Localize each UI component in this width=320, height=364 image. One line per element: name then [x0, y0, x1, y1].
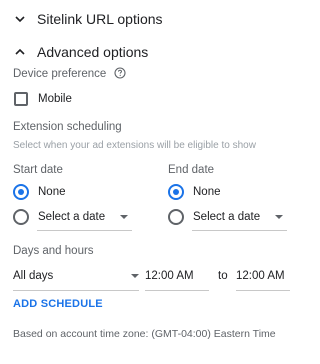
end-date-label: End date [168, 164, 215, 176]
end-date-none-radio[interactable] [168, 184, 184, 200]
start-date-none-radio[interactable] [13, 184, 29, 200]
end-date-none-label: None [193, 186, 221, 198]
mobile-checkbox-row[interactable]: Mobile [14, 92, 72, 106]
start-date-option-select[interactable]: Select a date [13, 209, 129, 225]
start-date-select-underline [37, 230, 132, 231]
end-time-underline [236, 290, 290, 291]
device-preference-label: Device preference [13, 67, 126, 80]
end-date-option-select[interactable]: Select a date [168, 209, 284, 225]
start-date-none-label: None [38, 186, 66, 198]
sitelink-url-options-title: Sitelink URL options [37, 11, 163, 27]
start-date-select-label: Select a date [38, 211, 106, 223]
timezone-note: Based on account time zone: (GMT-04:00) … [13, 328, 276, 340]
extension-scheduling-hint: Select when your ad extensions will be e… [13, 140, 256, 151]
sitelink-url-options-header[interactable]: Sitelink URL options [13, 11, 163, 27]
days-select-underline [13, 290, 139, 291]
start-time-underline [145, 290, 209, 291]
start-time-input[interactable]: 12:00 AM [145, 270, 194, 282]
days-dropdown-caret-icon [131, 274, 139, 278]
advanced-options-title: Advanced options [37, 44, 149, 60]
start-date-label: Start date [13, 164, 63, 176]
device-preference-text: Device preference [13, 68, 107, 80]
start-date-dropdown-caret-icon[interactable] [120, 215, 129, 219]
chevron-down-icon [13, 12, 27, 26]
mobile-label: Mobile [38, 93, 72, 105]
extension-scheduling-label: Extension scheduling [13, 121, 122, 133]
add-schedule-button[interactable]: ADD SCHEDULE [13, 298, 103, 310]
end-date-select-underline [192, 230, 287, 231]
end-time-input[interactable]: 12:00 AM [236, 270, 285, 282]
start-date-option-none[interactable]: None [13, 184, 66, 200]
mobile-checkbox[interactable] [14, 92, 28, 106]
end-date-option-none[interactable]: None [168, 184, 221, 200]
help-circle-icon[interactable] [113, 67, 126, 79]
start-date-select-radio[interactable] [13, 209, 29, 225]
days-select-value: All days [13, 270, 54, 282]
to-label: to [218, 270, 228, 282]
end-date-dropdown-caret-icon[interactable] [275, 215, 284, 219]
end-date-select-label: Select a date [193, 211, 261, 223]
days-hours-label: Days and hours [13, 245, 94, 257]
chevron-up-icon [13, 45, 27, 59]
end-date-select-radio[interactable] [168, 209, 184, 225]
advanced-options-header[interactable]: Advanced options [13, 44, 148, 60]
days-select[interactable]: All days [13, 270, 139, 282]
